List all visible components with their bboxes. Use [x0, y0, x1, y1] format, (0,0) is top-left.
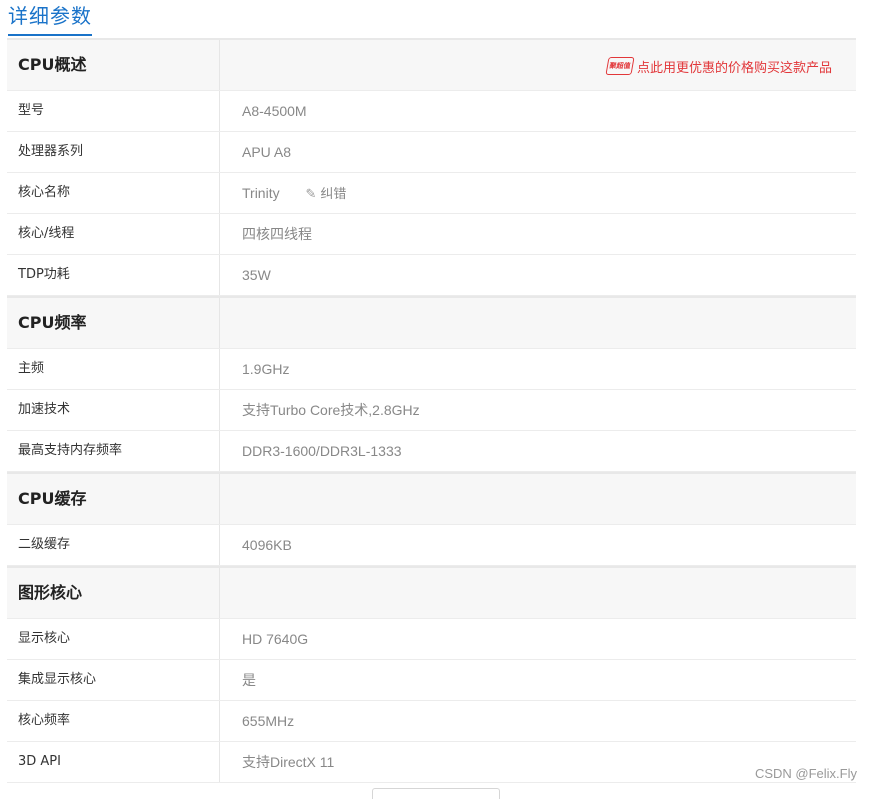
row-label: 最高支持内存频率 [7, 431, 220, 471]
promo-text: 点此用更优惠的价格购买这款产品 [636, 60, 832, 76]
section-header-cpu-overview: CPU概述 聚超值 点此用更优惠的价格购买这款产品 [7, 40, 856, 91]
row-value: 是 [242, 672, 256, 688]
row-label: 加速技术 [7, 390, 220, 430]
row-value: 支持Turbo Core技术,2.8GHz [242, 402, 420, 418]
row-value: 4096KB [242, 537, 292, 553]
section-header-cpu-frequency: CPU频率 [7, 296, 856, 349]
table-row: 型号 A8-4500M [7, 91, 856, 132]
show-more-button[interactable] [372, 788, 500, 799]
pencil-icon: ✎ [305, 186, 317, 201]
table-row: 核心/线程 四核四线程 [7, 214, 856, 255]
row-value: DDR3-1600/DDR3L-1333 [242, 443, 402, 459]
row-value: 655MHz [242, 713, 295, 729]
row-value: Trinity [242, 185, 280, 201]
table-row: 二级缓存 4096KB [7, 525, 856, 566]
section-header-cpu-cache: CPU缓存 [7, 472, 856, 525]
row-value: 1.9GHz [242, 361, 290, 377]
row-label: 3D API [7, 742, 220, 782]
promo-link[interactable]: 聚超值 点此用更优惠的价格购买这款产品 [605, 56, 832, 76]
table-row: 主频 1.9GHz [7, 349, 856, 390]
row-label: 处理器系列 [7, 132, 220, 172]
table-row: 核心名称 Trinity ✎ 纠错 [7, 173, 856, 214]
row-value: APU A8 [242, 144, 292, 160]
row-label: 型号 [7, 91, 220, 131]
table-row: 集成显示核心 是 [7, 660, 856, 701]
row-label: 核心/线程 [7, 214, 220, 254]
section-title: CPU概述 [7, 40, 220, 90]
section-title: CPU频率 [7, 298, 220, 348]
row-label: 核心名称 [7, 173, 220, 213]
row-value: HD 7640G [242, 631, 309, 647]
section-title: 图形核心 [7, 568, 220, 618]
correct-link[interactable]: ✎ 纠错 [305, 174, 346, 214]
page-title: 详细参数 [8, 4, 92, 36]
watermark: CSDN @Felix.Fly [754, 766, 857, 781]
row-value: 支持DirectX 11 [242, 754, 335, 770]
row-value: 四核四线程 [242, 226, 312, 242]
row-label: 核心频率 [7, 701, 220, 741]
row-label: 显示核心 [7, 619, 220, 659]
row-value: 35W [242, 267, 271, 283]
table-row: 显示核心 HD 7640G [7, 619, 856, 660]
table-row: 处理器系列 APU A8 [7, 132, 856, 173]
title-bar: 详细参数 [0, 0, 871, 38]
correct-text: 纠错 [320, 186, 347, 201]
promo-badge-icon: 聚超值 [605, 57, 635, 75]
table-row: 最高支持内存频率 DDR3-1600/DDR3L-1333 [7, 431, 856, 472]
spec-table: CPU概述 聚超值 点此用更优惠的价格购买这款产品 型号 A8-4500M 处理… [7, 38, 856, 783]
row-value: A8-4500M [242, 103, 307, 119]
section-title: CPU缓存 [7, 474, 220, 524]
row-value-with-correct: Trinity ✎ 纠错 [242, 173, 346, 213]
row-label: TDP功耗 [7, 255, 220, 295]
table-row: 核心频率 655MHz [7, 701, 856, 742]
table-row: 加速技术 支持Turbo Core技术,2.8GHz [7, 390, 856, 431]
table-row: 3D API 支持DirectX 11 [7, 742, 856, 783]
row-label: 主频 [7, 349, 220, 389]
row-label: 二级缓存 [7, 525, 220, 565]
section-header-graphics-core: 图形核心 [7, 566, 856, 619]
table-row: TDP功耗 35W [7, 255, 856, 296]
row-label: 集成显示核心 [7, 660, 220, 700]
